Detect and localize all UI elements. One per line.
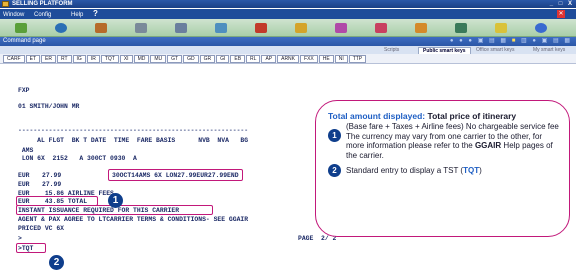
fare-currency: EUR <box>18 172 30 179</box>
key-xi[interactable]: XI <box>119 55 133 63</box>
car-icon[interactable] <box>206 21 236 35</box>
terms-line: AGENT & PAX AGREE TO LTCARRIER TERMS & C… <box>18 216 249 223</box>
key-md[interactable]: MD <box>133 55 150 63</box>
terminal-line: AMS <box>18 147 34 154</box>
key-carf[interactable]: CARF <box>3 55 25 63</box>
window-title: SELLING PLATFORM <box>12 1 73 7</box>
command-page-tools[interactable]: ● ● ● ▣ ▤ ▦ ■ ▥ ● ▣ ▤ ▦ <box>450 37 572 46</box>
key-arnk[interactable]: ARNK <box>277 55 300 63</box>
plane-icon[interactable] <box>166 21 196 35</box>
calendar-icon[interactable] <box>366 21 396 35</box>
key-ttp[interactable]: TTP <box>348 55 367 63</box>
hourglass-icon[interactable] <box>326 21 356 35</box>
callout-item-1: 1 (Base fare + Taxes + Airline fees) No … <box>328 122 559 160</box>
window-titlebar: SELLING PLATFORM _ □ X <box>0 0 576 8</box>
fare-calculation-highlight <box>108 169 243 181</box>
person-icon[interactable] <box>406 21 436 35</box>
smart-keys-bar: CARF ET ER RT IG IR TQT XI MD MU GT GD GR GI EB RL AP ARN… <box>0 54 576 64</box>
equiv-currency: EUR <box>18 181 30 188</box>
marker-1: 1 <box>108 193 123 208</box>
key-gi[interactable]: GI <box>216 55 230 63</box>
help-icon[interactable]: ? <box>93 9 98 18</box>
key-rt[interactable]: RT <box>56 55 72 63</box>
priced-line: PRICED VC 6X <box>18 225 65 232</box>
terminal-header: AL FLGT BK T DATE TIME FARE BASIS NVB NV… <box>18 137 249 144</box>
callout-tqt: TQT <box>463 166 480 175</box>
app-icon <box>2 1 9 7</box>
explanation-callout: Total amount displayed: Total price of i… <box>315 100 570 237</box>
tab-office-smart-keys[interactable]: Office smart keys <box>472 47 519 54</box>
key-eb[interactable]: EB <box>230 55 246 63</box>
key-er[interactable]: ER <box>41 55 56 63</box>
terminal-line: LON 6X 2152 A 300CT 0930 A <box>18 155 137 162</box>
window-controls[interactable]: _ □ X <box>550 0 574 8</box>
key-et[interactable]: ET <box>25 55 41 63</box>
key-gd[interactable]: GD <box>183 55 199 63</box>
key-fxx[interactable]: FXX <box>300 55 318 63</box>
terminal-line: FXP <box>18 87 30 94</box>
equiv-amount: 27.99 <box>42 181 62 188</box>
pie-icon[interactable] <box>526 21 556 35</box>
tab-scripts[interactable]: Scripts <box>380 47 403 54</box>
fare-amount: 27.99 <box>42 172 62 179</box>
document-icon[interactable] <box>486 21 516 35</box>
key-ap[interactable]: AP <box>261 55 277 63</box>
key-ir[interactable]: IR <box>86 55 100 63</box>
key-tqt[interactable]: TQT <box>100 55 119 63</box>
key-ni[interactable]: NI <box>334 55 348 63</box>
key-gr[interactable]: GR <box>199 55 216 63</box>
globe-icon[interactable] <box>46 21 76 35</box>
menu-bar: Window Config Help ? ✕ <box>0 9 576 19</box>
person-icon[interactable] <box>86 21 116 35</box>
key-he[interactable]: HE <box>318 55 334 63</box>
menu-help[interactable]: Help <box>71 12 83 18</box>
smart-keys-tabs: Scripts Public smart keys Office smart k… <box>0 46 576 54</box>
key-rl[interactable]: RL <box>246 55 261 63</box>
callout-title: Total amount displayed: Total price of i… <box>328 111 517 121</box>
home-icon[interactable] <box>6 21 36 35</box>
close-icon[interactable]: ✕ <box>557 10 565 18</box>
callout-ggair: GGAIR <box>474 141 502 150</box>
callout-item-2: 2 Standard entry to display a TST (TQT) <box>328 164 559 177</box>
hotel-icon[interactable] <box>246 21 276 35</box>
terminal-separator: ----------------------------------------… <box>18 127 249 134</box>
pencil-icon[interactable] <box>286 21 316 35</box>
key-ig[interactable]: IG <box>72 55 86 63</box>
menu-config[interactable]: Config <box>34 12 51 18</box>
callout-item-1-fees: (Base fare + Taxes + Airline fees) No ch… <box>346 122 559 131</box>
key-gt[interactable]: GT <box>167 55 183 63</box>
menu-window[interactable]: Window <box>3 12 24 18</box>
terminal-line: 01 SMITH/JOHN MR <box>18 103 80 110</box>
command-highlight <box>16 243 46 253</box>
tab-my-smart-keys[interactable]: My smart keys <box>529 47 569 54</box>
key-mu[interactable]: MU <box>150 55 167 63</box>
marker-2-small: 2 <box>328 164 341 177</box>
rail-icon[interactable] <box>446 21 476 35</box>
command-page-label: Command page <box>3 38 46 44</box>
tab-public-smart-keys[interactable]: Public smart keys <box>418 47 471 54</box>
main-toolbar <box>0 19 576 37</box>
marker-1-small: 1 <box>328 129 341 142</box>
car-icon[interactable] <box>126 21 156 35</box>
prompt-line: > <box>18 235 22 242</box>
command-page-bar: Command page ● ● ● ▣ ▤ ▦ ■ ▥ ● ▣ ▤ ▦ <box>0 37 576 46</box>
marker-2: 2 <box>49 255 64 270</box>
